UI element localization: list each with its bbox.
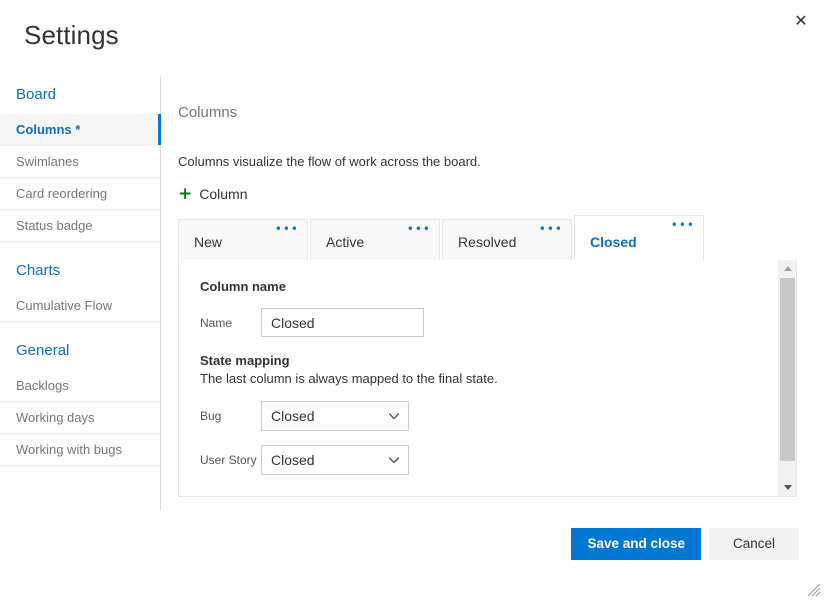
plus-icon: + xyxy=(178,184,193,204)
bug-state-select[interactable]: Closed xyxy=(261,401,409,431)
sidebar-item-columns[interactable]: Columns * xyxy=(0,114,161,146)
save-and-close-button[interactable]: Save and close xyxy=(571,528,701,560)
sidebar-group-board: Board xyxy=(16,86,57,103)
tab-new[interactable]: New ••• xyxy=(178,219,308,261)
column-name-input[interactable] xyxy=(261,308,424,337)
state-mapping-row-bug: Bug Closed xyxy=(200,401,778,431)
column-name-section-title: Column name xyxy=(200,279,286,294)
user-story-state-value: Closed xyxy=(271,452,315,468)
sidebar-item-label: Status badge xyxy=(16,218,93,233)
column-settings-panel: Column name Name State mapping The last … xyxy=(178,260,797,497)
sidebar-item-label: Card reordering xyxy=(16,186,108,201)
user-story-label: User Story xyxy=(200,453,257,467)
tab-active[interactable]: Active ••• xyxy=(310,219,440,261)
sidebar-item-cumulative-flow[interactable]: Cumulative Flow xyxy=(0,290,160,322)
content-heading: Columns xyxy=(178,104,238,121)
tab-closed[interactable]: Closed ••• xyxy=(574,215,704,261)
ellipsis-icon[interactable]: ••• xyxy=(407,223,431,235)
column-name-row: Name xyxy=(200,308,778,337)
column-tabstrip: New ••• Active ••• Resolved ••• Closed •… xyxy=(178,215,824,261)
scrollbar-thumb[interactable] xyxy=(780,278,795,461)
sidebar-item-label: Working days xyxy=(16,410,95,425)
sidebar-group-charts: Charts xyxy=(16,262,61,279)
scroll-down-arrow-icon[interactable] xyxy=(779,479,796,496)
settings-dialog: Settings ✕ Board Columns * Swimlanes Car… xyxy=(0,0,824,600)
state-mapping-section-title: State mapping xyxy=(200,353,290,368)
page-title: Settings xyxy=(24,20,119,50)
column-settings-form: Column name Name State mapping The last … xyxy=(179,260,778,496)
tab-label: Resolved xyxy=(458,234,517,250)
bug-label: Bug xyxy=(200,409,222,423)
resize-grip-icon[interactable] xyxy=(807,583,821,597)
add-column-label: Column xyxy=(199,186,248,202)
sidebar-item-label: Columns * xyxy=(16,122,81,137)
panel-scrollbar[interactable] xyxy=(778,260,796,496)
sidebar-item-label: Working with bugs xyxy=(16,442,122,457)
sidebar-item-status-badge[interactable]: Status badge xyxy=(0,210,160,242)
dialog-body: Board Columns * Swimlanes Card reorderin… xyxy=(0,76,824,510)
form-gap xyxy=(200,337,778,352)
sidebar-item-working-days[interactable]: Working days xyxy=(0,402,160,434)
sidebar-item-swimlanes[interactable]: Swimlanes xyxy=(0,146,160,178)
settings-content: Columns Columns visualize the flow of wo… xyxy=(161,76,824,510)
content-description: Columns visualize the flow of work acros… xyxy=(178,154,481,169)
sidebar-item-card-reordering[interactable]: Card reordering xyxy=(0,178,160,210)
state-mapping-note: The last column is always mapped to the … xyxy=(200,371,498,386)
tab-resolved[interactable]: Resolved ••• xyxy=(442,219,572,261)
settings-sidebar: Board Columns * Swimlanes Card reorderin… xyxy=(0,76,161,510)
name-label: Name xyxy=(200,315,233,330)
sidebar-item-working-with-bugs[interactable]: Working with bugs xyxy=(0,434,160,466)
tab-label: Active xyxy=(326,234,365,250)
tab-label: New xyxy=(194,234,223,250)
tab-label: Closed xyxy=(590,234,637,250)
bug-state-select-wrap: Closed xyxy=(261,401,409,431)
sidebar-item-backlogs[interactable]: Backlogs xyxy=(0,370,160,402)
ellipsis-icon[interactable]: ••• xyxy=(671,219,695,231)
sidebar-item-label: Cumulative Flow xyxy=(16,298,113,313)
sidebar-item-label: Backlogs xyxy=(16,378,69,393)
ellipsis-icon[interactable]: ••• xyxy=(275,223,299,235)
sidebar-group-general: General xyxy=(16,342,70,359)
bug-state-value: Closed xyxy=(271,408,315,424)
close-button[interactable]: ✕ xyxy=(784,4,818,38)
sidebar-item-label: Swimlanes xyxy=(16,154,79,169)
ellipsis-icon[interactable]: ••• xyxy=(539,223,563,235)
close-icon: ✕ xyxy=(794,11,808,30)
user-story-state-select[interactable]: Closed xyxy=(261,445,409,475)
state-mapping-row-user-story: User Story Closed xyxy=(200,445,778,475)
footer-button-group: Save and close Cancel xyxy=(571,528,799,560)
dialog-titlebar: Settings ✕ xyxy=(0,0,824,76)
user-story-state-select-wrap: Closed xyxy=(261,445,409,475)
dialog-footer: Save and close Cancel xyxy=(0,510,824,600)
scroll-up-arrow-icon[interactable] xyxy=(779,260,796,277)
cancel-button[interactable]: Cancel xyxy=(709,528,799,560)
add-column-button[interactable]: + Column xyxy=(178,185,248,203)
